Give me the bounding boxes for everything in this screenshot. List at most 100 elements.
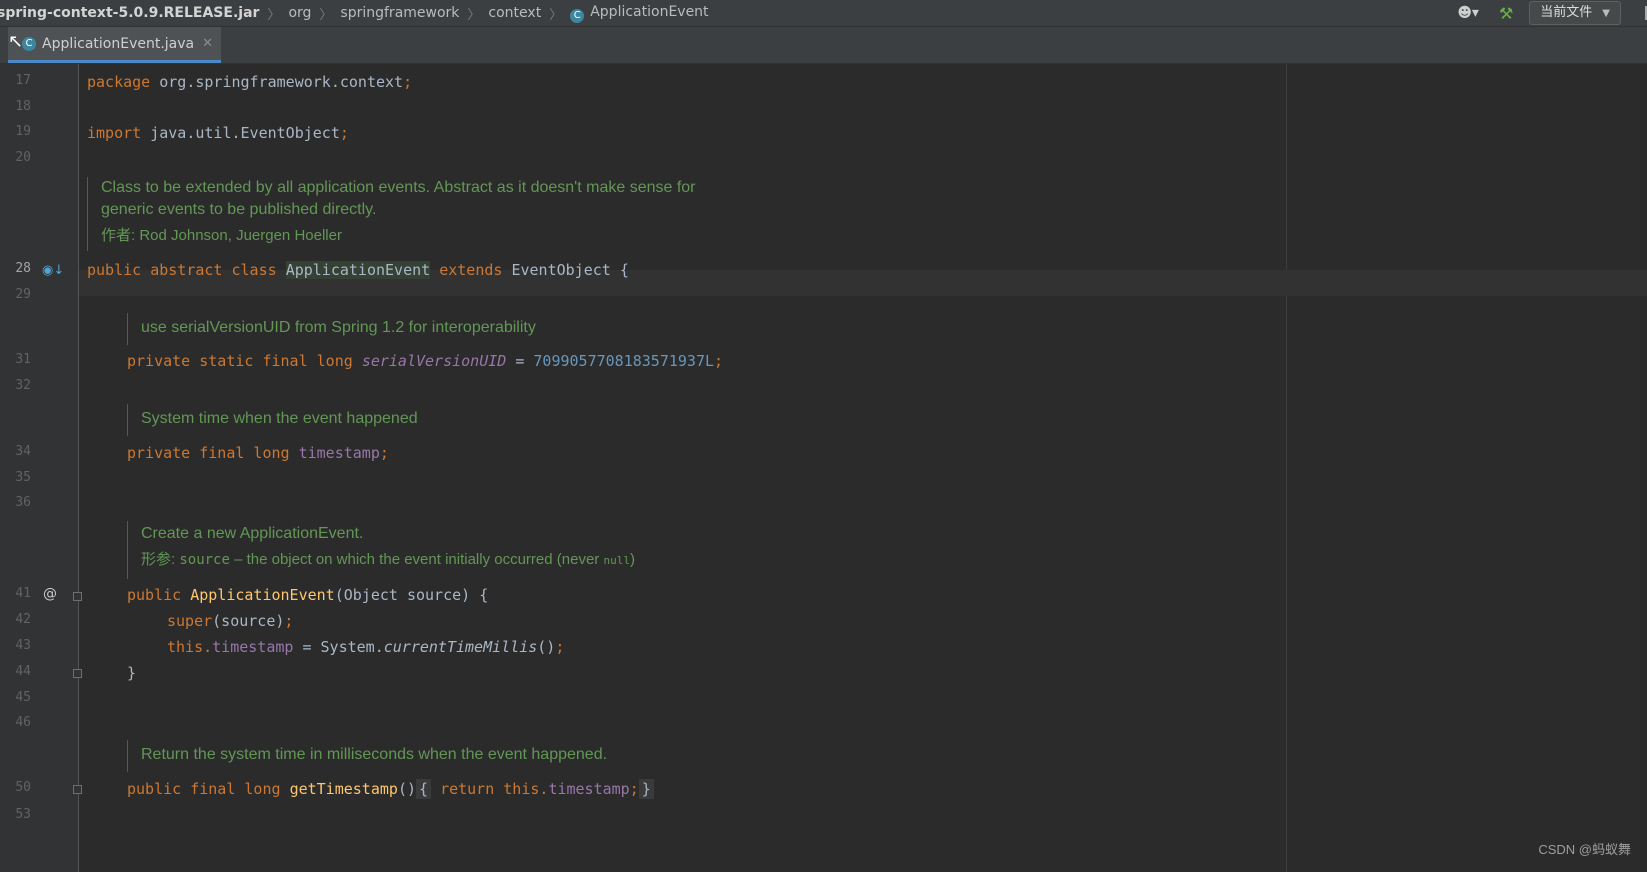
line-number: 32	[15, 378, 31, 393]
doc-param-desc: – the object on which the event initiall…	[229, 551, 604, 568]
line-number: 41	[15, 586, 31, 601]
keyword: public	[127, 586, 182, 604]
gutter-divider	[78, 64, 79, 872]
code-text[interactable]: private static final long serialVersionU…	[127, 352, 723, 370]
line-number: 18	[15, 99, 31, 114]
code-text[interactable]: this.timestamp = System.currentTimeMilli…	[167, 638, 564, 656]
field-javadoc-timestamp[interactable]: System time when the event happened	[127, 404, 418, 436]
number-literal: 7099057708183571937L	[533, 352, 715, 370]
semicolon: ;	[284, 612, 294, 630]
keyword: private static final long	[127, 352, 353, 370]
line-number: 45	[15, 690, 31, 705]
code-editor[interactable]: 17 package org.springframework.context; …	[0, 64, 1647, 872]
code-text[interactable]: public abstract class ApplicationEvent e…	[87, 261, 629, 279]
doc-text: Class to be extended by all application …	[101, 179, 696, 196]
breadcrumb-org[interactable]: org	[288, 5, 311, 21]
close-icon[interactable]: ✕	[202, 36, 213, 51]
code-text[interactable]: super(source);	[167, 612, 293, 630]
semicolon: ;	[714, 352, 724, 370]
semicolon: ;	[403, 73, 413, 91]
keyword: this	[167, 638, 204, 656]
semicolon: ;	[379, 444, 389, 462]
line-number: 28	[15, 261, 31, 276]
code-text[interactable]: public final long getTimestamp(){ return…	[127, 779, 654, 799]
call-parens: ()	[397, 780, 416, 798]
code-text[interactable]: private final long timestamp;	[127, 444, 389, 462]
static-field-name: serialVersionUID	[361, 352, 507, 370]
editor-gutter[interactable]	[7, 64, 79, 872]
doc-param-null: null	[603, 554, 630, 567]
user-dropdown-icon[interactable]: ☻▾	[1457, 5, 1479, 21]
code-text[interactable]: package org.springframework.context;	[87, 73, 412, 91]
fold-expand-icon[interactable]	[73, 785, 82, 794]
fold-collapse-icon[interactable]	[73, 592, 82, 601]
doc-param-label: 形参:	[141, 551, 176, 568]
import-name: java.util.EventObject	[141, 124, 340, 142]
superclass: EventObject {	[502, 261, 629, 279]
annotation-icon[interactable]: @	[43, 586, 57, 602]
line-number: 34	[15, 444, 31, 459]
run-configuration-dropdown[interactable]: 当前文件 ▼	[1529, 1, 1621, 25]
folded-brace-close[interactable]: }	[638, 779, 654, 799]
code-text[interactable]: }	[127, 664, 136, 682]
tab-application-event-java[interactable]: C ApplicationEvent.java ✕	[8, 27, 222, 63]
keyword: private final long	[127, 444, 290, 462]
mouse-cursor-icon: ↖	[8, 31, 24, 52]
keyword: package	[87, 73, 151, 91]
tool-window-strip	[0, 64, 7, 872]
keyword: super	[167, 612, 213, 630]
breadcrumb-class[interactable]: C ApplicationEvent	[570, 3, 709, 23]
line-number: 43	[15, 638, 31, 653]
keyword: public final long	[127, 780, 281, 798]
folded-brace-open[interactable]: {	[416, 779, 432, 799]
dot: .	[203, 638, 213, 656]
line-number: 36	[15, 495, 31, 510]
line-number: 17	[15, 73, 31, 88]
operator: =	[506, 352, 534, 370]
chevron-down-icon: ▼	[1602, 8, 1610, 19]
class-name: ApplicationEvent	[285, 261, 431, 279]
breadcrumb-separator-icon: 〉	[467, 7, 481, 23]
class-icon: C	[570, 8, 585, 23]
class-javadoc[interactable]: Class to be extended by all application …	[87, 177, 696, 251]
method-javadoc-getter[interactable]: Return the system time in milliseconds w…	[127, 740, 607, 772]
breadcrumb-class-label: ApplicationEvent	[590, 3, 709, 20]
implemented-by-icon[interactable]: ◉↓	[42, 263, 64, 278]
field-name: timestamp	[212, 638, 294, 656]
breadcrumb-separator-icon: 〉	[267, 7, 281, 23]
keyword: import	[87, 124, 142, 142]
doc-param-end: )	[629, 551, 635, 568]
method-name: getTimestamp	[289, 780, 398, 798]
code-text[interactable]: import java.util.EventObject;	[87, 124, 349, 142]
line-number: 42	[15, 612, 31, 627]
right-margin-guide	[1286, 64, 1287, 872]
breadcrumb-springframework[interactable]: springframework	[340, 5, 459, 21]
constructor-javadoc[interactable]: Create a new ApplicationEvent. 形参: sourc…	[127, 521, 635, 579]
doc-author: 作者: Rod Johnson, Juergen Hoeller	[101, 227, 342, 244]
line-number: 44	[15, 664, 31, 679]
toolbar-right: ☻▾ ⚒ 当前文件 ▼	[1457, 0, 1647, 26]
parameters: (Object source) {	[334, 586, 489, 604]
doc-text: System time when the event happened	[141, 410, 418, 427]
code-text[interactable]: public ApplicationEvent(Object source) {	[127, 586, 488, 604]
breadcrumb-jar[interactable]: spring-context-5.0.9.RELEASE.jar	[0, 5, 259, 21]
field-name: timestamp	[548, 780, 630, 798]
doc-text: generic events to be published directly.	[101, 201, 377, 218]
line-number: 53	[15, 807, 31, 822]
breadcrumb-context[interactable]: context	[488, 5, 541, 21]
field-javadoc-serial[interactable]: use serialVersionUID from Spring 1.2 for…	[127, 313, 536, 345]
keyword: this	[503, 780, 540, 798]
doc-text: use serialVersionUID from Spring 1.2 for…	[141, 319, 536, 336]
hammer-icon[interactable]: ⚒	[1499, 4, 1513, 23]
run-configuration-label: 当前文件	[1540, 5, 1593, 20]
package-name: org.springframework.context	[150, 73, 404, 91]
method-name: ApplicationEvent	[190, 586, 335, 604]
doc-param-name: source	[179, 552, 230, 568]
navigation-bar: spring-context-5.0.9.RELEASE.jar 〉 org 〉…	[0, 0, 1647, 27]
fold-end-icon[interactable]	[73, 669, 82, 678]
line-number: 29	[15, 287, 31, 302]
doc-param: 形参: source – the object on which the eve…	[141, 549, 635, 572]
line-number: 50	[15, 780, 31, 795]
keyword: extends	[439, 261, 503, 279]
editor-tab-bar: C ApplicationEvent.java ✕	[0, 27, 1647, 64]
